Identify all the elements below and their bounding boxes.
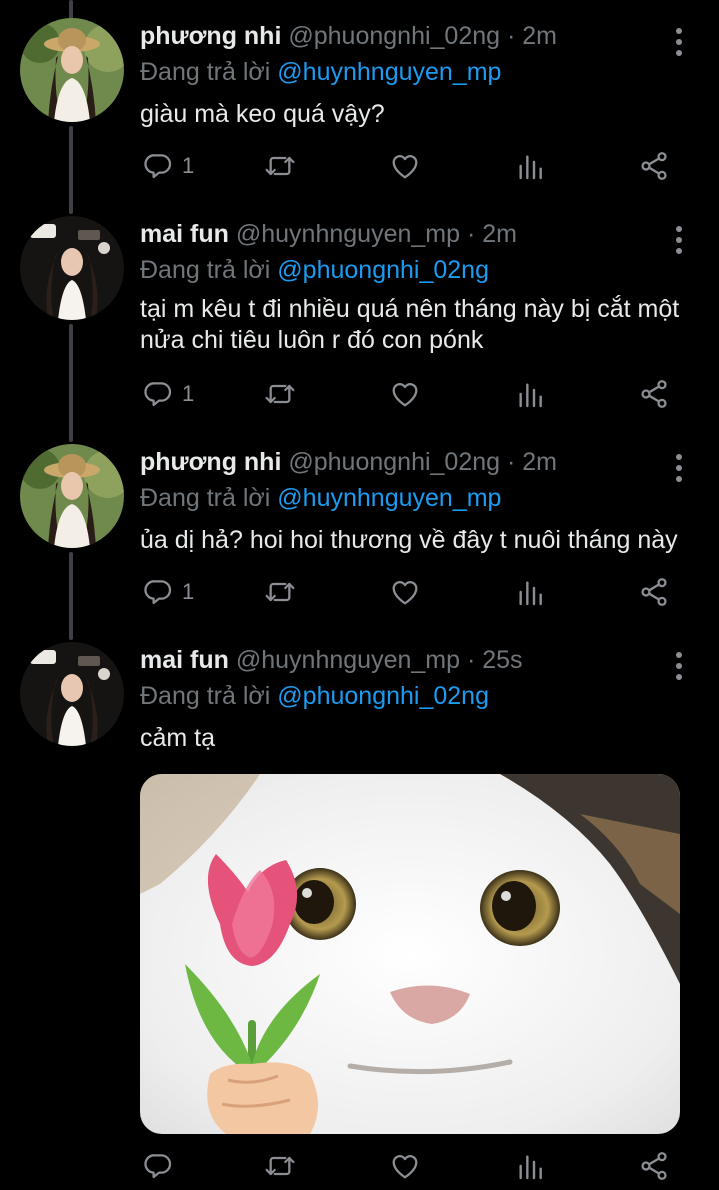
mention-link[interactable]: @phuongnhi_02ng [277, 256, 489, 284]
retweet-button[interactable] [264, 146, 296, 186]
separator-dot: · [507, 448, 516, 476]
tweet-header: mai fun @huynhnguyen_mp · 2m [140, 216, 517, 252]
separator-dot: · [466, 646, 476, 674]
reply-button[interactable]: 1 [142, 146, 194, 186]
like-button[interactable] [389, 572, 421, 612]
avatar[interactable] [20, 444, 124, 548]
tweet[interactable]: phương nhi @phuongnhi_02ng · 2m Đang trả… [0, 444, 719, 634]
mention-link[interactable]: @huynhnguyen_mp [277, 58, 501, 86]
reply-icon [142, 1150, 174, 1182]
reply-count: 1 [182, 153, 195, 178]
separator-dot: · [507, 22, 516, 50]
reply-count: 1 [182, 579, 195, 604]
tweet-actions: 1 [140, 572, 680, 612]
tweet-text: ủa dị hả? hoi hoi thương về đây t nuôi t… [140, 526, 678, 554]
timestamp[interactable]: 2m [482, 220, 517, 248]
heart-icon [389, 576, 421, 608]
reply-button[interactable]: 1 [142, 374, 194, 414]
retweet-button[interactable] [264, 374, 296, 414]
replying-to-label: Đang trả lời [140, 256, 271, 284]
more-options-icon[interactable] [673, 652, 685, 680]
display-name[interactable]: mai fun [140, 220, 229, 248]
like-button[interactable] [389, 374, 421, 414]
tweet[interactable]: phương nhi @phuongnhi_02ng · 2m Đang trả… [0, 18, 719, 208]
retweet-icon [264, 576, 296, 608]
views-icon [514, 1150, 546, 1182]
views-button[interactable] [514, 146, 546, 186]
avatar[interactable] [20, 18, 124, 122]
separator-dot: · [466, 220, 476, 248]
reply-button[interactable] [142, 1146, 182, 1186]
avatar[interactable] [20, 216, 124, 320]
user-handle[interactable]: @huynhnguyen_mp [236, 220, 460, 248]
like-button[interactable] [389, 146, 421, 186]
mention-link[interactable]: @huynhnguyen_mp [277, 484, 501, 512]
timestamp[interactable]: 25s [482, 646, 522, 674]
like-button[interactable] [389, 1146, 421, 1186]
more-options-icon[interactable] [673, 28, 685, 56]
share-button[interactable] [638, 1146, 670, 1186]
display-name[interactable]: phương nhi [140, 448, 281, 476]
avatar[interactable] [20, 642, 124, 746]
share-button[interactable] [638, 572, 670, 612]
tweet-text: cảm tạ [140, 724, 216, 752]
user-handle[interactable]: @phuongnhi_02ng [288, 448, 500, 476]
replying-to-label: Đang trả lời [140, 58, 271, 86]
reply-icon [142, 378, 174, 410]
tweet-actions: 1 [140, 374, 680, 414]
tweet[interactable]: mai fun @huynhnguyen_mp · 2m Đang trả lờ… [0, 216, 719, 436]
more-options-icon[interactable] [673, 454, 685, 482]
share-icon [638, 576, 670, 608]
mention-link[interactable]: @phuongnhi_02ng [277, 682, 489, 710]
heart-icon [389, 1150, 421, 1182]
tweet-header: phương nhi @phuongnhi_02ng · 2m [140, 444, 557, 480]
reply-icon [142, 150, 174, 182]
retweet-button[interactable] [264, 1146, 296, 1186]
reply-button[interactable]: 1 [142, 572, 194, 612]
more-options-icon[interactable] [673, 226, 685, 254]
share-icon [638, 150, 670, 182]
reply-icon [142, 576, 174, 608]
display-name[interactable]: phương nhi [140, 22, 281, 50]
tweet-text: tại m kêu t đi nhiều quá nên tháng này b… [140, 295, 680, 354]
retweet-icon [264, 378, 296, 410]
display-name[interactable]: mai fun [140, 646, 229, 674]
user-handle[interactable]: @phuongnhi_02ng [288, 22, 500, 50]
share-icon [638, 378, 670, 410]
timestamp[interactable]: 2m [522, 22, 557, 50]
tweet-actions [140, 1146, 680, 1186]
tweet-text: giàu mà keo quá vậy? [140, 100, 385, 128]
replying-to-label: Đang trả lời [140, 484, 271, 512]
views-icon [514, 576, 546, 608]
reply-count: 1 [182, 381, 195, 406]
tweet-actions: 1 [140, 146, 680, 186]
replying-to: Đang trả lời @huynhnguyen_mp [140, 54, 501, 90]
views-button[interactable] [514, 572, 546, 612]
views-icon [514, 378, 546, 410]
share-button[interactable] [638, 146, 670, 186]
tweet-header: phương nhi @phuongnhi_02ng · 2m [140, 18, 557, 54]
heart-icon [389, 150, 421, 182]
views-icon [514, 150, 546, 182]
share-button[interactable] [638, 374, 670, 414]
views-button[interactable] [514, 1146, 546, 1186]
tweet-media-image[interactable] [140, 774, 680, 1134]
timestamp[interactable]: 2m [522, 448, 557, 476]
user-handle[interactable]: @huynhnguyen_mp [236, 646, 460, 674]
replying-to-label: Đang trả lời [140, 682, 271, 710]
share-icon [638, 1150, 670, 1182]
retweet-icon [264, 150, 296, 182]
retweet-icon [264, 1150, 296, 1182]
heart-icon [389, 378, 421, 410]
replying-to: Đang trả lời @huynhnguyen_mp [140, 480, 501, 516]
retweet-button[interactable] [264, 572, 296, 612]
replying-to: Đang trả lời @phuongnhi_02ng [140, 252, 489, 288]
views-button[interactable] [514, 374, 546, 414]
tweet-header: mai fun @huynhnguyen_mp · 25s [140, 642, 523, 678]
replying-to: Đang trả lời @phuongnhi_02ng [140, 678, 489, 714]
